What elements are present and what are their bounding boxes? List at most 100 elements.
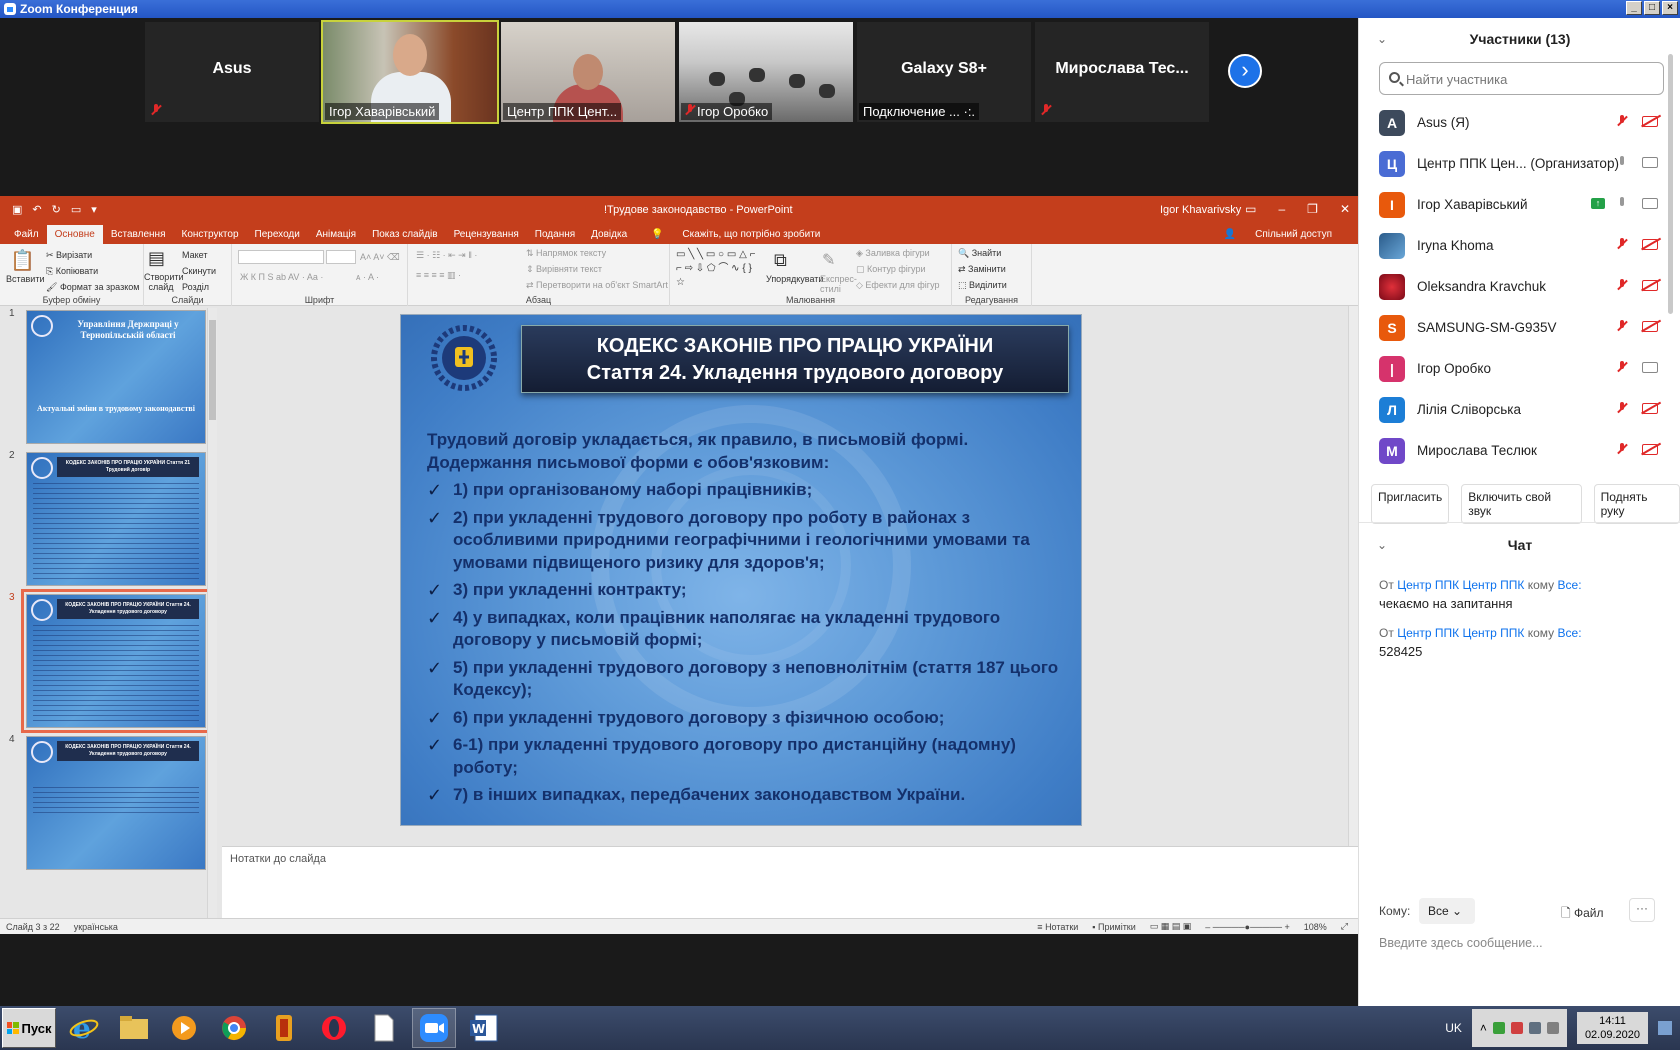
muted-mic-icon[interactable] [1617, 320, 1627, 335]
quick-styles-icon[interactable]: ✎ [822, 250, 835, 270]
volume-icon[interactable] [1546, 1022, 1559, 1034]
zoom-app-icon[interactable] [412, 1008, 456, 1048]
muted-mic-icon[interactable] [1617, 115, 1627, 130]
start-button[interactable]: Пуск [2, 1008, 56, 1048]
video-tile[interactable]: Центр ППК Цент... [501, 22, 675, 122]
next-videos-arrow-icon[interactable]: › [1228, 54, 1262, 88]
shape-fill-button[interactable]: ◈ Заливка фігури [856, 248, 930, 259]
tab-file[interactable]: Файл [6, 225, 47, 244]
notes-pane[interactable]: Нотатки до слайда [222, 846, 1358, 918]
thumbnails-scrollbar[interactable] [207, 308, 217, 918]
tab-view[interactable]: Подання [527, 225, 583, 244]
font-size-buttons[interactable]: A˄ A˅ ⌫ [360, 252, 400, 263]
quick-styles-button[interactable]: Експрес-стилі [820, 274, 857, 294]
slide-thumbnail[interactable]: Управління Держпраці у Тернопільській об… [26, 310, 206, 444]
minimize-button[interactable]: _ [1626, 1, 1642, 15]
customize-qat-icon[interactable]: ▾ [91, 203, 97, 216]
find-button[interactable]: 🔍 Знайти [958, 248, 1001, 259]
tab-review[interactable]: Рецензування [446, 225, 527, 244]
invite-button[interactable]: Пригласить [1371, 484, 1450, 524]
mic-icon[interactable] [1617, 197, 1627, 212]
notes-toggle[interactable]: ≡ Нотатки [1037, 922, 1078, 932]
muted-mic-icon[interactable] [1617, 443, 1627, 458]
ribbon-options-icon[interactable]: ▭ [1245, 202, 1256, 216]
section-button[interactable]: Розділ [182, 282, 209, 292]
tray-alert-icon[interactable] [1510, 1022, 1523, 1034]
participant-row[interactable]: Л Лілія Сліворська [1359, 389, 1680, 430]
video-on-icon[interactable] [1642, 157, 1658, 168]
chat-recipient[interactable]: Все: [1558, 626, 1582, 640]
fit-slide-icon[interactable]: ⤢ [1341, 921, 1348, 932]
format-painter-button[interactable]: 🖌 Формат за зразком [46, 282, 139, 293]
copy-button[interactable]: ⎘ Копіювати [46, 266, 98, 277]
ppt-minimize-icon[interactable]: – [1278, 202, 1285, 216]
muted-mic-icon[interactable] [1617, 279, 1627, 294]
tray-app-icon[interactable] [1492, 1022, 1505, 1034]
video-tile[interactable]: Galaxy S8+ Подключение ... ·:. [857, 22, 1031, 122]
participant-row[interactable]: І Ігор Хаварівський ↑ [1359, 184, 1680, 225]
participant-row[interactable]: Oleksandra Kravchuk [1359, 266, 1680, 307]
recipient-select[interactable]: Все ⌄ [1419, 898, 1475, 924]
participant-row[interactable]: A Asus (Я) [1359, 102, 1680, 143]
raise-hand-button[interactable]: Поднять руку [1593, 484, 1680, 524]
keyboard-language[interactable]: UK [1445, 1021, 1462, 1035]
video-off-icon[interactable] [1642, 403, 1658, 414]
opera-icon[interactable] [312, 1008, 356, 1048]
font-name-combobox[interactable] [238, 250, 324, 264]
shapes-gallery[interactable]: ▭ ╲ ╲ ▭ ○ ▭ △ ⌐ ⌐ ⇨ ⇩ ⬠ ⌒ ∿ { } ☆ [676, 248, 762, 290]
internet-explorer-icon[interactable]: e [62, 1008, 106, 1048]
paste-button[interactable]: Вставити [6, 274, 45, 284]
chat-recipient[interactable]: Все: [1558, 578, 1582, 592]
video-off-icon[interactable] [1642, 239, 1658, 250]
network-icon[interactable] [1528, 1022, 1541, 1034]
align-text-button[interactable]: ⇕ Вирівняти текст [526, 264, 602, 275]
video-tile[interactable]: Мирослава Тес... [1035, 22, 1209, 122]
participant-row[interactable]: Iryna Khoma [1359, 225, 1680, 266]
tab-design[interactable]: Конструктор [174, 225, 247, 244]
shape-outline-button[interactable]: ▢ Контур фігури [856, 264, 925, 275]
font-color-buttons[interactable]: ᴀ · A · [356, 272, 379, 282]
file-explorer-icon[interactable] [112, 1008, 156, 1048]
ppt-close-icon[interactable]: ✕ [1340, 202, 1350, 216]
signed-in-user[interactable]: Igor Khavarivsky [1160, 204, 1241, 216]
text-direction-button[interactable]: ⇅ Напрямок тексту [526, 248, 606, 259]
video-off-icon[interactable] [1642, 280, 1658, 291]
video-on-icon[interactable] [1642, 198, 1658, 209]
layout-button[interactable]: Макет [182, 250, 207, 260]
participants-scrollbar[interactable] [1668, 54, 1673, 314]
clock[interactable]: 14:11 02.09.2020 [1576, 1012, 1648, 1044]
current-slide[interactable]: КОДЕКС ЗАКОНІВ ПРО ПРАЦЮ УКРАЇНИ Стаття … [400, 314, 1082, 826]
muted-mic-icon[interactable] [1617, 402, 1627, 417]
chat-sender[interactable]: Центр ППК Центр ППК [1397, 626, 1524, 640]
start-slideshow-icon[interactable]: ▭ [71, 203, 81, 216]
tab-transitions[interactable]: Переходи [247, 225, 308, 244]
tell-me-search[interactable]: 💡 Скажіть, що потрібно зробити [635, 225, 836, 244]
list-buttons[interactable]: ☰ · ☷ · ⇤ ⇥ ‖ · [416, 250, 477, 261]
slide-scrollbar[interactable] [1348, 306, 1358, 846]
app-icon[interactable] [262, 1008, 306, 1048]
slide-thumbnail[interactable]: КОДЕКС ЗАКОНІВ ПРО ПРАЦЮ УКРАЇНИ Стаття … [26, 452, 206, 586]
align-buttons[interactable]: ≡ ≡ ≡ ≡ ▥ · [416, 270, 461, 281]
ppt-restore-icon[interactable]: ❐ [1307, 202, 1318, 216]
arrange-icon[interactable]: ⧉ [774, 250, 787, 271]
show-hidden-icons-icon[interactable]: ˄ [1480, 1021, 1487, 1035]
redo-icon[interactable]: ↻ [52, 203, 61, 216]
share-button[interactable]: 👤 Спільний доступ [1208, 225, 1348, 244]
zoom-level[interactable]: 108% [1304, 922, 1327, 932]
mic-icon[interactable] [1617, 156, 1627, 171]
zoom-slider[interactable]: – ─────●───── + [1205, 922, 1289, 932]
select-button[interactable]: ⬚ Виділити [958, 280, 1007, 291]
participant-row[interactable]: | Ігор Оробко [1359, 348, 1680, 389]
chrome-icon[interactable] [212, 1008, 256, 1048]
save-icon[interactable]: ▣ [12, 203, 22, 216]
view-buttons[interactable]: ▭ ▦ ▤ ▣ [1150, 921, 1192, 932]
arrange-button[interactable]: Упорядкувати [766, 274, 823, 284]
video-tile[interactable]: Asus [145, 22, 319, 122]
replace-button[interactable]: ⇄ Замінити [958, 264, 1006, 275]
participant-row[interactable]: М Мирослава Теслюк [1359, 430, 1680, 471]
word-icon[interactable]: W [462, 1008, 506, 1048]
participant-row[interactable]: S SAMSUNG-SM-G935V [1359, 307, 1680, 348]
media-player-icon[interactable] [162, 1008, 206, 1048]
video-tile-active-speaker[interactable]: Ігор Хаварівський [321, 20, 499, 124]
smartart-button[interactable]: ⇄ Перетворити на об'єкт SmartArt [526, 280, 668, 291]
